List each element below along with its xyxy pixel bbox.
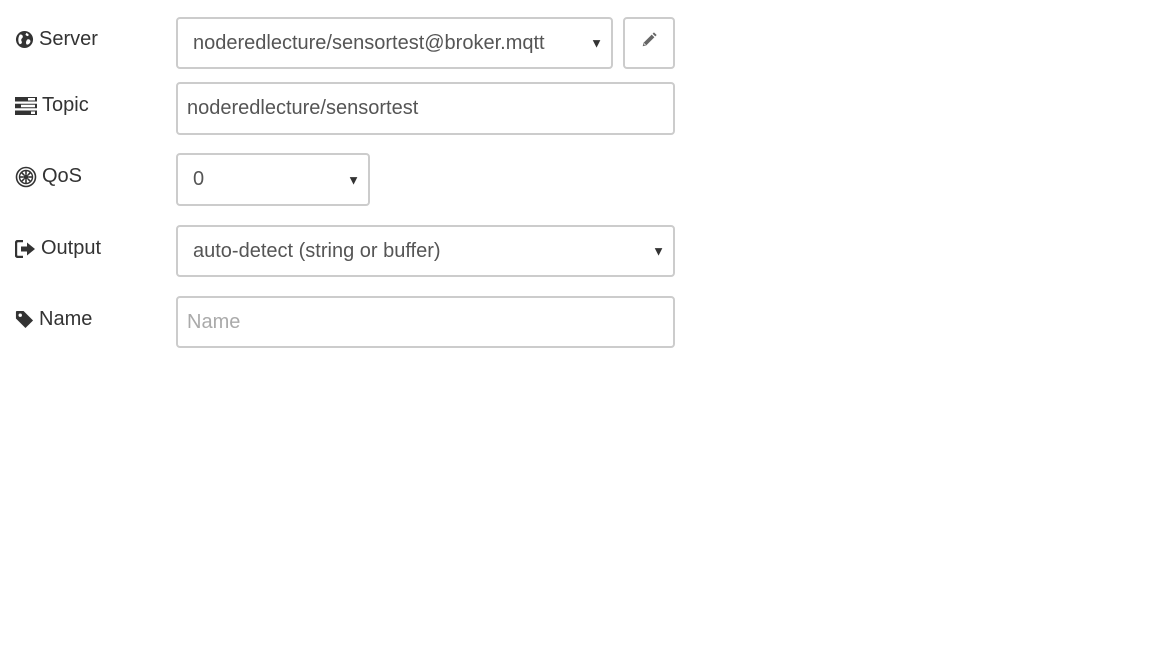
topic-label: Topic [15, 94, 89, 117]
tag-icon [15, 310, 34, 329]
name-label: Name [15, 308, 92, 331]
tasks-icon [15, 96, 37, 115]
pencil-icon [640, 31, 658, 55]
server-label-text: Server [39, 28, 98, 50]
output-select-value: auto-detect (string or buffer) [193, 239, 441, 262]
qos-label: QoS [15, 165, 82, 188]
name-input[interactable]: Name [176, 296, 675, 348]
sign-out-icon [15, 239, 36, 258]
output-select[interactable]: auto-detect (string or buffer) ▼ [176, 225, 675, 277]
qos-select[interactable]: 0 ▼ [176, 153, 370, 206]
qos-label-text: QoS [42, 165, 83, 187]
edit-server-button[interactable] [623, 17, 675, 69]
chevron-down-icon: ▼ [652, 243, 665, 259]
qos-select-value: 0 [193, 168, 205, 190]
chevron-down-icon: ▼ [590, 35, 603, 51]
mqtt-in-node-editor: Server noderedlecture/sensortest@broker.… [0, 0, 1152, 665]
globe-icon [15, 30, 34, 49]
topic-label-text: Topic [42, 94, 89, 116]
server-select[interactable]: noderedlecture/sensortest@broker.mqtt ▼ [176, 17, 613, 69]
output-label: Output [15, 237, 101, 260]
chevron-down-icon: ▼ [347, 172, 360, 187]
server-label: Server [15, 28, 98, 51]
topic-input[interactable]: noderedlecture/sensortest [176, 82, 675, 135]
empire-icon [15, 166, 37, 188]
server-select-value: noderedlecture/sensortest@broker.mqtt [193, 31, 545, 54]
name-input-placeholder: Name [187, 310, 241, 333]
output-label-text: Output [41, 237, 102, 259]
name-label-text: Name [39, 308, 93, 330]
